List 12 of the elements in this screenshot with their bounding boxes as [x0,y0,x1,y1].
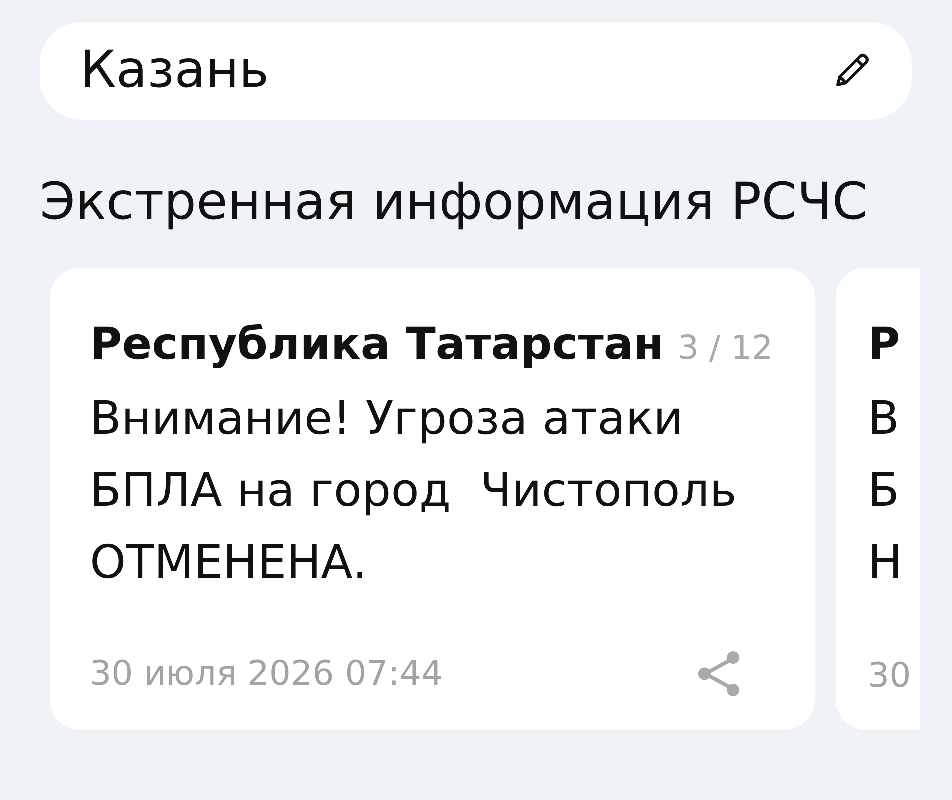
card-region-title: Р [868,319,900,371]
city-name: Казань [80,41,270,101]
alert-card[interactable]: Р В Б Н 30 [836,268,920,730]
city-field[interactable]: Казань [40,22,912,120]
card-region-title: Республика Татарстан [90,319,664,371]
alert-date: 30 июля 2026 07:44 [90,653,444,696]
section-heading: Экстренная информация РСЧС [40,173,869,233]
alert-card[interactable]: Республика Татарстан 3 / 12 Внимание! Угроза атаки БПЛА на город Чистополь ОТМЕНЕНА. 30 июля 2026 07:44 [50,268,815,730]
alert-message: В Б Н [868,390,904,591]
card-counter: 3 / 12 [678,328,774,368]
alert-message: Внимание! Угроза атаки БПЛА на город Чистополь ОТМЕНЕНА. [90,390,738,591]
alert-date: 30 [868,655,912,698]
